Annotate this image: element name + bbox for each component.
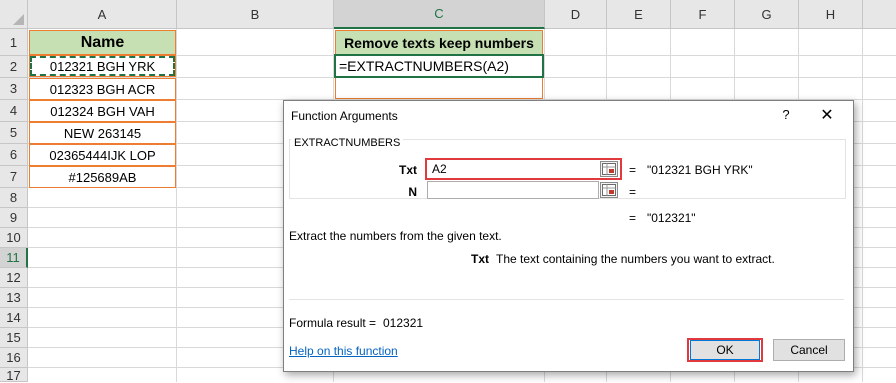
cell-a1-name-header[interactable]: Name [29,30,176,55]
collapse-dialog-button-txt[interactable] [600,161,618,177]
row-header-13[interactable]: 13 [0,288,28,308]
help-on-function-link[interactable]: Help on this function [289,344,398,358]
function-result-equals: = [629,211,637,225]
txt-equals: = [629,163,637,177]
help-icon[interactable]: ? [779,107,793,122]
arg-label-txt: Txt [399,163,417,177]
gridline [862,29,863,382]
arg-help-text: The text containing the numbers you want… [496,252,775,266]
row-header-6[interactable]: 6 [0,144,28,166]
cell-a4[interactable]: 012324 BGH VAH [29,100,176,122]
cell-a3[interactable]: 012323 BGH ACR [29,78,176,100]
column-header-g[interactable]: G [735,0,799,29]
column-header-e[interactable]: E [607,0,671,29]
arg-label-n: N [408,185,417,199]
ok-button[interactable]: OK [690,340,760,360]
row-header-17[interactable]: 17 [0,368,28,383]
row-header-10[interactable]: 10 [0,228,28,248]
column-header-partial[interactable] [863,0,896,29]
row-header-2[interactable]: 2 [0,56,28,78]
column-header-f[interactable]: F [671,0,735,29]
column-header-a[interactable]: A [28,0,177,29]
function-description: Extract the numbers from the given text. [289,229,502,243]
formula-result-label: Formula result = [289,316,377,330]
column-header-h[interactable]: H [799,0,863,29]
row-header-12[interactable]: 12 [0,268,28,288]
close-icon[interactable]: ✕ [819,105,835,125]
divider [289,299,844,300]
row-header-4[interactable]: 4 [0,100,28,122]
arg-help-name: Txt [471,252,489,266]
function-arguments-dialog: Function Arguments ? ✕ EXTRACTNUMBERS Tx… [283,100,854,372]
row-header-8[interactable]: 8 [0,188,28,208]
cell-a6[interactable]: 02365444IJK LOP [29,144,176,166]
cell-a7[interactable]: #125689AB [29,166,176,188]
n-input[interactable] [427,181,599,199]
column-header-c[interactable]: C [334,0,545,29]
column-header-d[interactable]: D [545,0,607,29]
row-header-14[interactable]: 14 [0,308,28,328]
cell-a2[interactable]: 012321 BGH YRK [29,55,176,77]
cancel-button[interactable]: Cancel [773,339,845,361]
cell-c2-formula[interactable]: =EXTRACTNUMBERS(A2) [334,54,544,78]
dialog-title: Function Arguments [291,109,398,123]
row-header-1[interactable]: 1 [0,29,28,56]
formula-result-value: 012321 [383,316,424,330]
column-header-b[interactable]: B [177,0,334,29]
cell-a5[interactable]: NEW 263145 [29,122,176,144]
txt-arg-result: "012321 BGH YRK" [647,163,753,177]
cell-c1-header[interactable]: Remove texts keep numbers [335,30,543,55]
row-header-7[interactable]: 7 [0,166,28,188]
range-selector-icon [602,163,616,175]
row-header-5[interactable]: 5 [0,122,28,144]
row-header-16[interactable]: 16 [0,348,28,368]
row-header-11[interactable]: 11 [0,248,28,268]
n-equals: = [629,185,637,199]
row-header-9[interactable]: 9 [0,208,28,228]
select-all-corner[interactable] [0,0,28,29]
gridline [176,29,177,382]
range-selector-icon [602,184,616,196]
cell-c3[interactable] [335,78,543,99]
collapse-dialog-button-n[interactable] [600,182,618,198]
function-result-value: "012321" [647,211,696,225]
row-header-15[interactable]: 15 [0,328,28,348]
txt-input[interactable]: A2 [428,160,598,178]
row-header-3[interactable]: 3 [0,78,28,100]
function-name-label: EXTRACTNUMBERS [291,137,404,149]
dialog-titlebar[interactable]: Function Arguments ? ✕ [284,101,853,131]
